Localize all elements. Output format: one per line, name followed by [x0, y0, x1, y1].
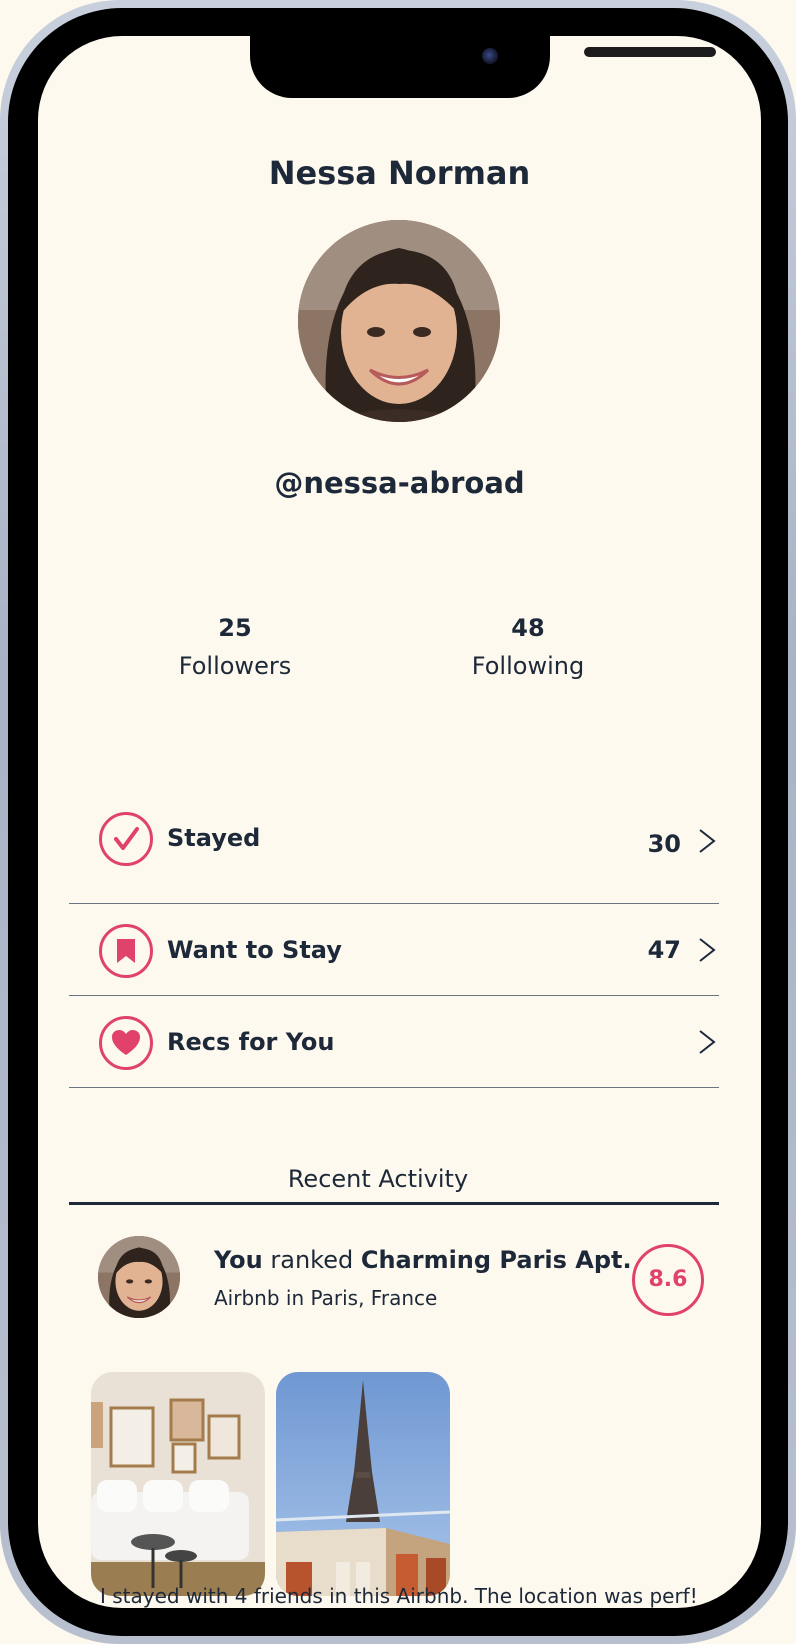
followers-stat[interactable]: 25 Followers	[135, 614, 335, 680]
living-room-image	[91, 1372, 265, 1596]
bookmark-icon	[99, 924, 153, 978]
heart-icon	[99, 1016, 153, 1070]
list-label-want-to-stay: Want to Stay	[167, 936, 342, 964]
list-count-stayed: 30	[647, 830, 681, 858]
profile-avatar[interactable]	[298, 220, 500, 422]
activity-avatar[interactable]	[98, 1236, 180, 1318]
chevron-right-icon	[699, 938, 716, 962]
photo-living-room[interactable]	[91, 1372, 265, 1596]
list-count-want-to-stay: 47	[647, 936, 681, 964]
following-label: Following	[471, 652, 585, 680]
activity-verb: ranked	[262, 1246, 361, 1274]
list-label-stayed: Stayed	[167, 824, 261, 852]
activity-headline: You ranked Charming Paris Apt.	[214, 1246, 632, 1274]
phone-frame: Nessa Norman @nessa-abroad 25 Followers …	[0, 0, 796, 1644]
profile-lists: Stayed 30 Want to Stay 47 Recs for You	[69, 812, 719, 1088]
list-row-want-to-stay[interactable]: Want to Stay 47	[69, 904, 719, 996]
activity-actor[interactable]: You	[214, 1246, 263, 1274]
list-row-recs-for-you[interactable]: Recs for You	[69, 996, 719, 1088]
activity-place[interactable]: Charming Paris Apt.	[361, 1246, 632, 1274]
rating-score-badge: 8.6	[632, 1244, 704, 1316]
phone-notch	[250, 36, 716, 98]
recent-activity-tab[interactable]: Recent Activity	[38, 1165, 718, 1193]
checkmark-icon	[99, 812, 153, 866]
following-count: 48	[511, 614, 545, 642]
eiffel-tower-image	[276, 1372, 450, 1596]
followers-count: 25	[218, 614, 252, 642]
review-snippet: I stayed with 4 friends in this Airbnb. …	[100, 1584, 700, 1608]
profile-handle: @nessa-abroad	[274, 466, 525, 500]
following-stat[interactable]: 48 Following	[428, 614, 628, 680]
list-label-recs-for-you: Recs for You	[167, 1028, 335, 1056]
chevron-right-icon	[699, 829, 716, 853]
app-screen: Nessa Norman @nessa-abroad 25 Followers …	[38, 36, 761, 1608]
list-row-stayed[interactable]: Stayed 30	[69, 812, 719, 904]
photo-eiffel-tower[interactable]	[276, 1372, 450, 1596]
avatar-portrait	[298, 220, 500, 422]
avatar-portrait	[98, 1236, 180, 1318]
front-camera-icon	[482, 48, 498, 64]
followers-label: Followers	[178, 652, 292, 680]
chevron-right-icon	[699, 1030, 716, 1054]
profile-name: Nessa Norman	[268, 154, 531, 192]
speaker-grille	[584, 47, 716, 57]
activity-subtitle: Airbnb in Paris, France	[214, 1286, 438, 1310]
tab-underline	[69, 1202, 719, 1205]
